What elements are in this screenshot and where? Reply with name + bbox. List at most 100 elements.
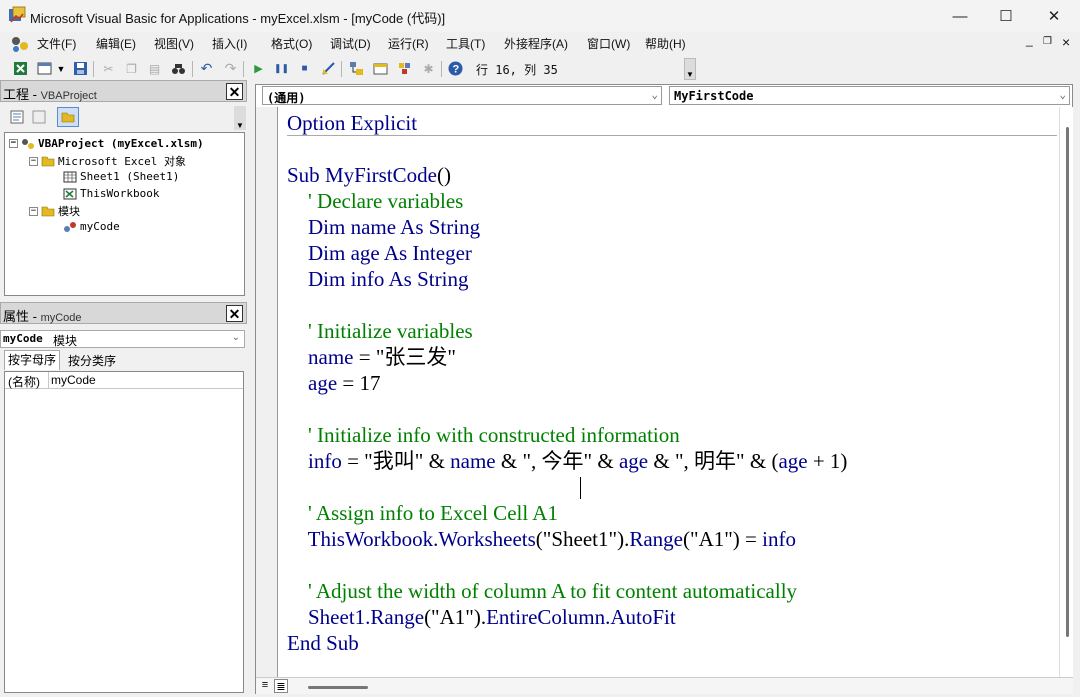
tree-item-thisworkbook[interactable]: ThisWorkbook <box>63 187 159 200</box>
full-module-view-icon[interactable]: ≣ <box>274 679 288 693</box>
project-panel-toolbar: ▼ <box>0 104 247 130</box>
workbook-icon <box>63 188 77 199</box>
code-window: (通用) ⌄ MyFirstCode ⌄ Option Explicit Sub… <box>255 84 1073 694</box>
mdi-restore-button[interactable]: ❐ <box>1043 36 1052 47</box>
project-panel-subtitle: VBAProject <box>40 90 97 102</box>
vertical-scrollbar[interactable] <box>1059 107 1073 677</box>
menu-edit[interactable]: 编辑(E) <box>96 35 136 52</box>
procedure-view-icon[interactable]: ≡ <box>258 679 272 693</box>
code-line: Dim age As Integer <box>287 241 472 265</box>
folder-icon <box>41 206 55 217</box>
toggle-folders-icon[interactable] <box>57 107 79 127</box>
properties-window-icon[interactable] <box>372 60 389 77</box>
cursor-position-readout: 行 16, 列 35 <box>476 63 558 77</box>
tree-item-mycode[interactable]: myCode <box>63 220 120 233</box>
cut-icon[interactable]: ✂ <box>100 60 117 77</box>
properties-panel-title: 属性 <box>3 309 30 324</box>
properties-panel-subtitle: myCode <box>40 312 82 324</box>
title-bar: Microsoft Visual Basic for Applications … <box>0 0 1080 32</box>
procedure-separator <box>287 135 1057 136</box>
window-title: Microsoft Visual Basic for Applications … <box>30 11 446 26</box>
menu-run[interactable]: 运行(R) <box>388 35 429 52</box>
margin-indicator-bar[interactable] <box>256 107 278 677</box>
find-icon[interactable] <box>170 60 187 77</box>
toolbar-options-button[interactable]: ▼ <box>684 58 696 80</box>
vba-app-icon <box>9 6 26 23</box>
menu-insert[interactable]: 插入(I) <box>212 35 247 52</box>
property-row[interactable]: (名称) myCode <box>5 372 243 389</box>
menu-debug[interactable]: 调试(D) <box>330 35 371 52</box>
code-line: Dim info As String <box>287 267 469 291</box>
tree-label-excel-objects: Microsoft Excel 对象 <box>58 155 186 168</box>
view-code-icon[interactable] <box>8 108 25 125</box>
menu-addins[interactable]: 外接程序(A) <box>504 35 568 52</box>
properties-panel-close-button[interactable]: ✕ <box>226 305 243 322</box>
tree-label-sheet1: Sheet1 (Sheet1) <box>80 170 180 183</box>
properties-grid: (名称) myCode <box>4 371 244 693</box>
code-line: Option Explicit <box>287 111 418 135</box>
collapse-icon[interactable]: − <box>9 139 18 148</box>
menu-file[interactable]: 文件(F) <box>37 35 76 52</box>
vbaproject-icon <box>22 138 34 149</box>
properties-tabs: 按字母序 按分类序 <box>4 350 245 370</box>
horizontal-scroll-thumb[interactable] <box>308 686 368 689</box>
tab-alphabetic[interactable]: 按字母序 <box>4 350 61 370</box>
tree-item-excel-objects[interactable]: − Microsoft Excel 对象 <box>29 153 186 169</box>
vba-menu-icon[interactable] <box>10 35 30 53</box>
redo-icon[interactable]: ↷ <box>222 60 239 77</box>
svg-text:?: ? <box>453 64 460 76</box>
chevron-down-icon: ⌄ <box>231 332 240 343</box>
property-value[interactable]: myCode <box>51 373 96 387</box>
tree-item-vbaproject[interactable]: − VBAProject (myExcel.xlsm) <box>9 137 204 150</box>
mdi-minimize-button[interactable]: _ <box>1026 33 1033 47</box>
maximize-button[interactable]: ☐ <box>982 0 1030 32</box>
design-mode-icon[interactable] <box>320 60 337 77</box>
project-explorer-icon[interactable] <box>348 60 365 77</box>
undo-icon[interactable]: ↶ <box>198 60 215 77</box>
reset-icon[interactable]: ■ <box>296 60 313 77</box>
module-icon <box>64 221 76 232</box>
code-line: Sub MyFirstCode() <box>287 163 451 187</box>
property-name: (名称) <box>8 375 40 389</box>
tab-categorized[interactable]: 按分类序 <box>68 352 116 369</box>
chevron-down-icon[interactable]: ▼ <box>55 60 67 77</box>
save-icon[interactable] <box>72 60 89 77</box>
project-toolbar-options-button[interactable]: ▼ <box>234 106 246 130</box>
code-window-bottom-bar: ≡ ≣ <box>256 677 1073 694</box>
view-object-icon[interactable] <box>30 108 47 125</box>
project-panel-close-button[interactable]: ✕ <box>226 83 243 100</box>
menu-format[interactable]: 格式(O) <box>271 35 312 52</box>
menu-window[interactable]: 窗口(W) <box>587 35 630 52</box>
vertical-scroll-thumb[interactable] <box>1066 127 1069 637</box>
project-panel-title: 工程 <box>3 87 30 102</box>
tree-item-modules[interactable]: − 模块 <box>29 203 80 219</box>
pause-icon[interactable]: ❚❚ <box>273 60 290 77</box>
code-comment: ' Initialize info with constructed infor… <box>287 423 680 447</box>
collapse-icon[interactable]: − <box>29 206 38 216</box>
paste-icon[interactable]: ▤ <box>146 60 163 77</box>
procedure-combo[interactable]: MyFirstCode ⌄ <box>669 86 1070 105</box>
procedure-combo-value: MyFirstCode <box>674 89 754 103</box>
mdi-close-button[interactable]: × <box>1062 34 1070 50</box>
help-icon[interactable]: ? <box>447 60 464 77</box>
toolbox-icon[interactable]: ✱ <box>420 60 437 77</box>
run-icon[interactable]: ▶ <box>250 60 267 77</box>
insert-userform-icon[interactable] <box>36 60 53 77</box>
object-select[interactable]: myCode 模块 ⌄ <box>0 330 245 348</box>
close-button[interactable]: ✕ <box>1030 0 1078 32</box>
tree-item-sheet1[interactable]: Sheet1 (Sheet1) <box>63 170 179 183</box>
properties-panel-header: 属性 - myCode ✕ <box>0 302 247 324</box>
object-combo-value: (通用) <box>267 91 306 105</box>
object-browser-icon[interactable] <box>396 60 413 77</box>
collapse-icon[interactable]: − <box>29 156 38 166</box>
menu-help[interactable]: 帮助(H) <box>645 35 686 52</box>
code-line: name = "张三发" <box>287 345 456 369</box>
view-excel-icon[interactable] <box>12 60 29 77</box>
code-editor[interactable]: Option Explicit Sub MyFirstCode() ' Decl… <box>279 107 1059 677</box>
menu-view[interactable]: 视图(V) <box>154 35 194 52</box>
object-combo[interactable]: (通用) ⌄ <box>262 86 662 105</box>
code-line: info = "我叫" & name & ", 今年" & age & ", 明… <box>287 449 848 473</box>
minimize-button[interactable]: — <box>936 0 984 32</box>
menu-tools[interactable]: 工具(T) <box>446 35 485 52</box>
copy-icon[interactable]: ❐ <box>123 60 140 77</box>
